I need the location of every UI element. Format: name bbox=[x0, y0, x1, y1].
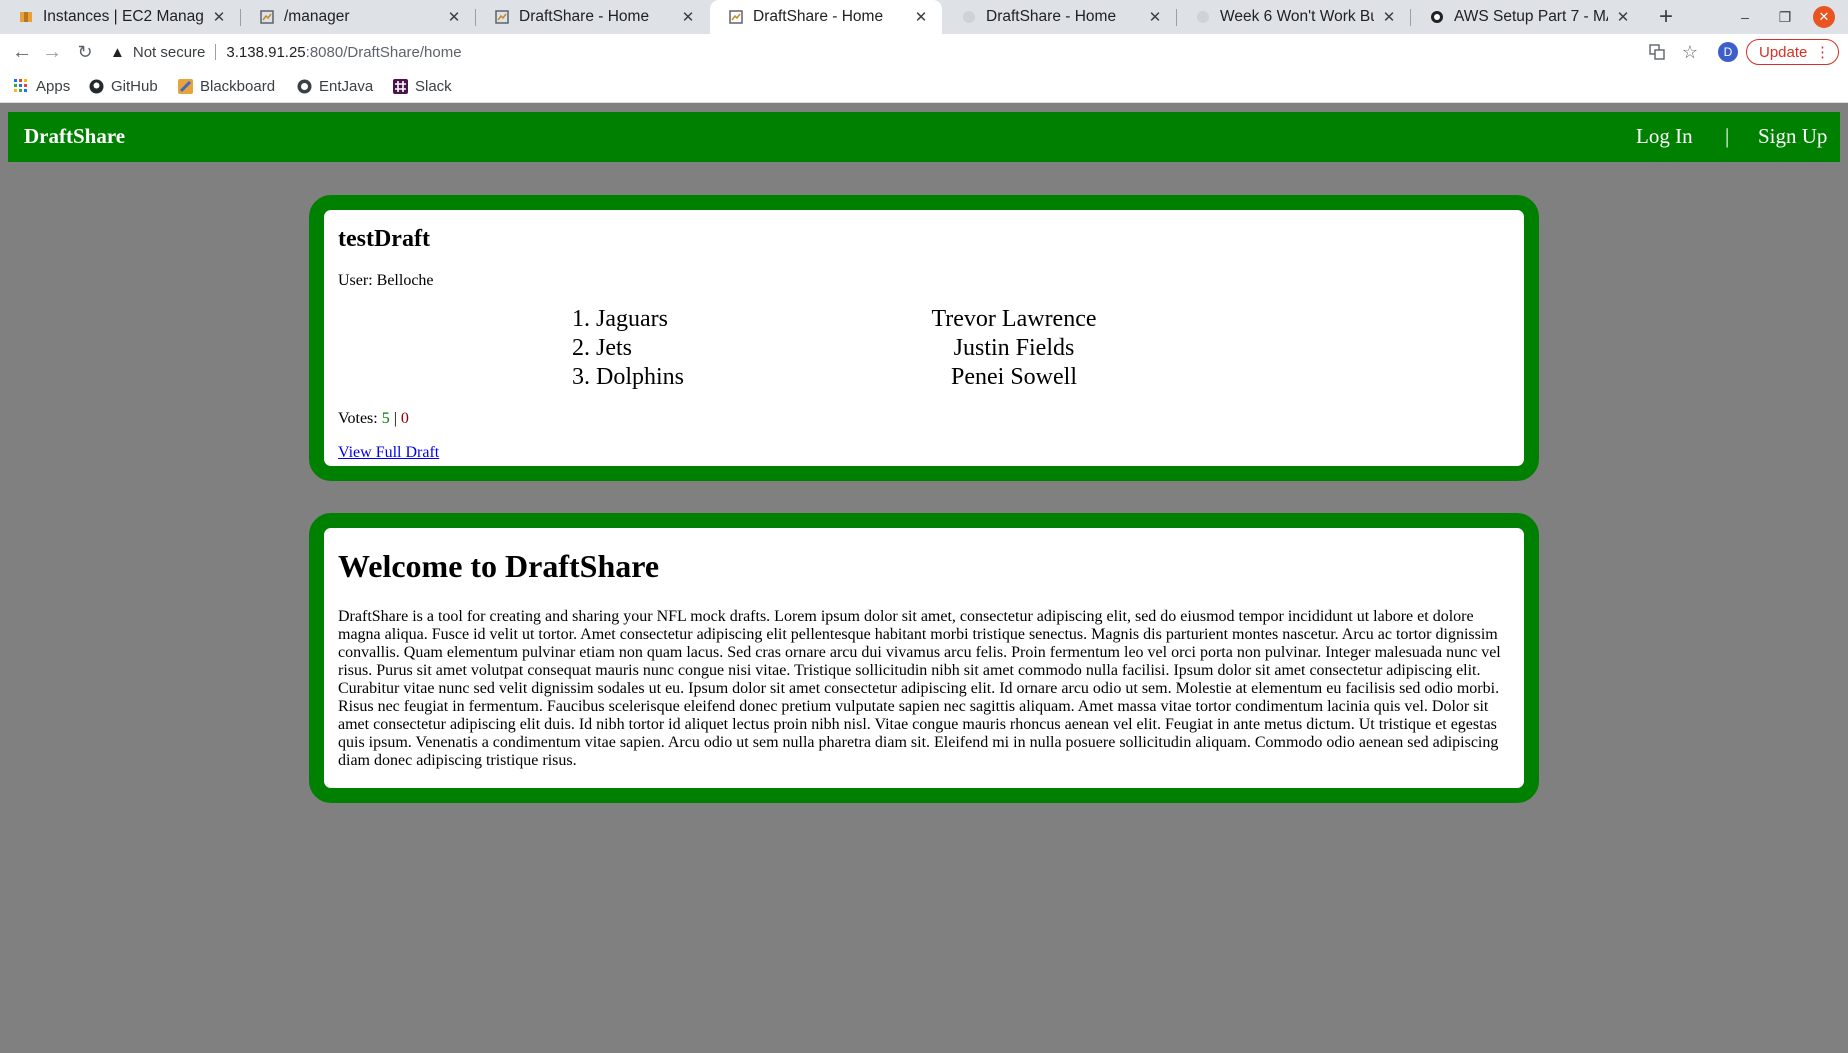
update-button[interactable]: Update ⋮ bbox=[1746, 39, 1839, 65]
close-icon[interactable]: ✕ bbox=[1146, 8, 1164, 26]
security-label: Not secure bbox=[132, 43, 206, 61]
bookmark-github[interactable]: GitHub bbox=[88, 76, 158, 96]
tab-draftshare-active[interactable]: DraftShare - Home ✕ bbox=[710, 0, 942, 34]
aws-icon bbox=[18, 9, 34, 25]
pick-player: Trevor Lawrence bbox=[931, 306, 1097, 332]
github-icon bbox=[961, 9, 977, 25]
close-icon[interactable]: ✕ bbox=[679, 8, 697, 26]
window-close-icon[interactable]: ✕ bbox=[1813, 6, 1835, 28]
nav-separator: | bbox=[1725, 124, 1730, 148]
upvote-count[interactable]: 5 bbox=[382, 410, 390, 427]
draft-card: testDraft User: Belloche 1. Jaguars Trev… bbox=[309, 195, 1539, 481]
bookmarks-bar: Apps GitHub Blackboard EntJava Slack bbox=[0, 70, 1848, 103]
tab-title: Instances | EC2 Management Console bbox=[43, 8, 204, 25]
tab-title: /manager bbox=[284, 8, 350, 25]
draft-user: User: Belloche bbox=[338, 272, 434, 289]
bookmark-apps[interactable]: Apps bbox=[13, 76, 70, 96]
browser-toolbar: ← → ↻ ▲ Not secure 3.138.91.25:8080/Draf… bbox=[0, 34, 1848, 70]
matc-icon bbox=[1429, 9, 1445, 25]
tab-strip: Instances | EC2 Management Console ✕ /ma… bbox=[0, 0, 1848, 34]
new-tab-button[interactable]: + bbox=[1652, 3, 1680, 31]
reload-icon[interactable]: ↻ bbox=[71, 38, 99, 66]
minimize-icon[interactable]: – bbox=[1727, 0, 1763, 34]
page-viewport: DraftShare Log In | Sign Up testDraft Us… bbox=[0, 103, 1848, 1053]
bookmark-entjava[interactable]: EntJava bbox=[296, 76, 373, 96]
page-icon bbox=[728, 9, 744, 25]
bookmark-label: GitHub bbox=[111, 77, 158, 95]
entjava-icon bbox=[296, 78, 312, 94]
close-icon[interactable]: ✕ bbox=[1380, 8, 1398, 26]
github-icon bbox=[1195, 9, 1211, 25]
back-arrow-icon[interactable]: ← bbox=[8, 38, 36, 66]
tab-title: DraftShare - Home bbox=[753, 8, 884, 25]
maximize-icon[interactable]: ❐ bbox=[1767, 0, 1803, 34]
site-brand[interactable]: DraftShare bbox=[24, 124, 125, 149]
forward-arrow-icon[interactable]: → bbox=[38, 38, 66, 66]
tab-week6[interactable]: Week 6 Won't Work But Th ✕ bbox=[1177, 0, 1410, 34]
pick-team: 2. Jets bbox=[572, 335, 632, 361]
star-icon[interactable]: ☆ bbox=[1678, 40, 1702, 64]
close-icon[interactable]: ✕ bbox=[1614, 8, 1632, 26]
slack-icon bbox=[392, 78, 408, 94]
view-full-draft-link[interactable]: View Full Draft bbox=[338, 444, 439, 462]
draft-title: testDraft bbox=[338, 226, 430, 252]
url-path: :8080/DraftShare/home bbox=[305, 43, 462, 61]
tab-draftshare-3[interactable]: DraftShare - Home ✕ bbox=[943, 0, 1176, 34]
pick-player: Penei Sowell bbox=[951, 364, 1077, 390]
welcome-title: Welcome to DraftShare bbox=[338, 548, 660, 584]
votes-label: Votes: bbox=[338, 410, 382, 427]
translate-icon[interactable] bbox=[1645, 40, 1669, 64]
tab-title: Week 6 Won't Work But Th bbox=[1220, 8, 1374, 25]
tab-ec2[interactable]: Instances | EC2 Management Console ✕ bbox=[0, 0, 240, 34]
site-navbar: DraftShare Log In | Sign Up bbox=[8, 112, 1840, 162]
github-icon bbox=[88, 78, 104, 94]
bookmark-label: Blackboard bbox=[200, 77, 276, 95]
welcome-text: DraftShare is a tool for creating and sh… bbox=[338, 608, 1501, 769]
tab-title: AWS Setup Part 7 - MATC bbox=[1454, 8, 1608, 25]
update-label: Update bbox=[1759, 43, 1808, 61]
pick-team: 1. Jaguars bbox=[572, 306, 668, 332]
login-link[interactable]: Log In bbox=[1636, 124, 1693, 149]
welcome-card: Welcome to DraftShare DraftShare is a to… bbox=[309, 513, 1539, 803]
tab-manager[interactable]: /manager ✕ bbox=[241, 0, 475, 34]
close-icon[interactable]: ✕ bbox=[912, 8, 930, 26]
address-separator bbox=[215, 44, 217, 60]
warning-icon: ▲ bbox=[110, 43, 125, 61]
close-icon[interactable]: ✕ bbox=[210, 8, 228, 26]
url-host: 3.138.91.25 bbox=[226, 43, 306, 61]
votes-separator: | bbox=[389, 410, 401, 427]
bookmark-slack[interactable]: Slack bbox=[392, 76, 452, 96]
page-icon bbox=[259, 9, 275, 25]
votes: Votes: 5 | 0 bbox=[338, 410, 409, 428]
page-icon bbox=[494, 9, 510, 25]
address-bar[interactable]: ▲ Not secure 3.138.91.25:8080/DraftShare… bbox=[110, 39, 1640, 65]
pick-team: 3. Dolphins bbox=[572, 364, 685, 390]
apps-grid-icon bbox=[13, 78, 29, 94]
signup-link[interactable]: Sign Up bbox=[1758, 124, 1827, 149]
bookmark-label: Slack bbox=[415, 77, 452, 95]
tab-aws-setup[interactable]: AWS Setup Part 7 - MATC ✕ bbox=[1411, 0, 1644, 34]
menu-dots-icon: ⋮ bbox=[1815, 44, 1830, 61]
close-icon[interactable]: ✕ bbox=[445, 8, 463, 26]
pick-player: Justin Fields bbox=[953, 335, 1075, 361]
bookmark-label: EntJava bbox=[319, 77, 374, 95]
bookmark-label: Apps bbox=[36, 77, 71, 95]
tab-title: DraftShare - Home bbox=[519, 8, 650, 25]
avatar[interactable]: D bbox=[1718, 42, 1738, 62]
blackboard-icon bbox=[177, 78, 193, 94]
downvote-count[interactable]: 0 bbox=[401, 410, 409, 427]
tab-draftshare-1[interactable]: DraftShare - Home ✕ bbox=[476, 0, 709, 34]
tab-title: DraftShare - Home bbox=[986, 8, 1117, 25]
bookmark-blackboard[interactable]: Blackboard bbox=[177, 76, 275, 96]
